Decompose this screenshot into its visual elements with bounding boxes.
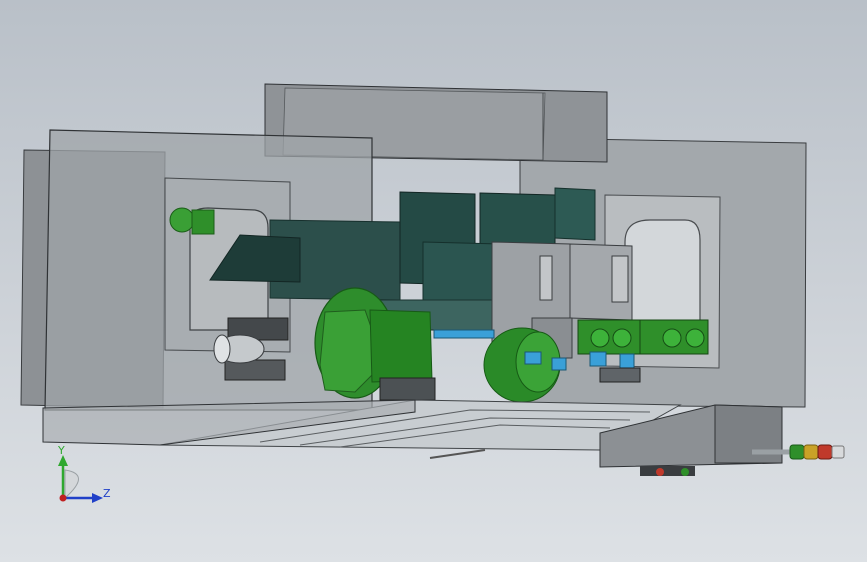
axis-triad: Y Z: [57, 444, 111, 503]
tailstock-disk[interactable]: [483, 327, 561, 403]
z-axis-label: Z: [103, 487, 111, 500]
left-tool-block[interactable]: [169, 207, 215, 235]
cad-viewport[interactable]: Y Z: [0, 0, 867, 562]
cad-model-view[interactable]: Y Z: [0, 0, 867, 562]
origin-icon: [59, 494, 67, 502]
triad-plane-icon: [64, 469, 79, 500]
y-axis-label: Y: [57, 444, 65, 457]
